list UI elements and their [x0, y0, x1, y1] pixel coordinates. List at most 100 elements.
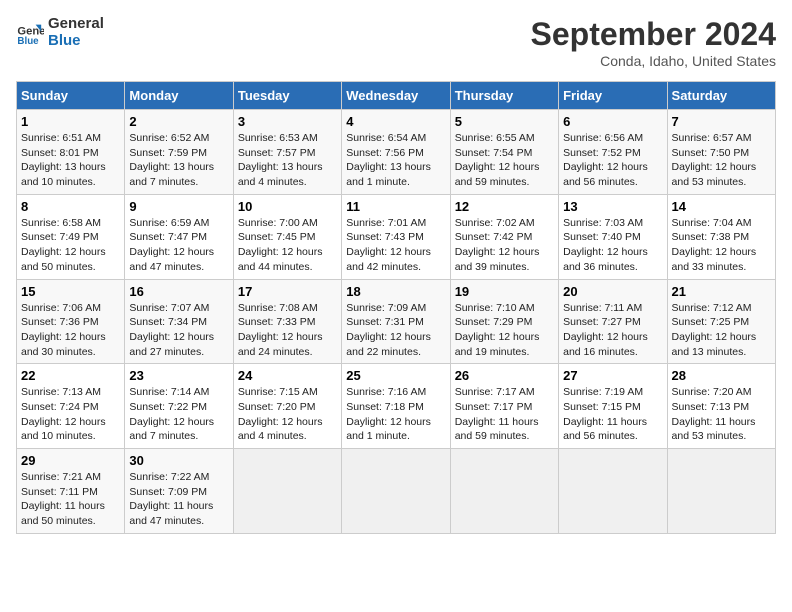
calendar-cell: 5 Sunrise: 6:55 AM Sunset: 7:54 PM Daylig…	[450, 110, 558, 195]
calendar-cell	[667, 449, 775, 534]
col-header-tuesday: Tuesday	[233, 82, 341, 110]
day-number: 16	[129, 284, 228, 299]
day-info: Sunrise: 6:55 AM Sunset: 7:54 PM Dayligh…	[455, 131, 554, 190]
day-number: 11	[346, 199, 445, 214]
day-number: 20	[563, 284, 662, 299]
calendar-week-5: 29 Sunrise: 7:21 AM Sunset: 7:11 PM Dayli…	[17, 449, 776, 534]
day-info: Sunrise: 6:53 AM Sunset: 7:57 PM Dayligh…	[238, 131, 337, 190]
calendar-cell: 2 Sunrise: 6:52 AM Sunset: 7:59 PM Daylig…	[125, 110, 233, 195]
day-info: Sunrise: 7:08 AM Sunset: 7:33 PM Dayligh…	[238, 301, 337, 360]
day-info: Sunrise: 7:01 AM Sunset: 7:43 PM Dayligh…	[346, 216, 445, 275]
day-info: Sunrise: 7:06 AM Sunset: 7:36 PM Dayligh…	[21, 301, 120, 360]
day-number: 15	[21, 284, 120, 299]
calendar-cell: 12Sunrise: 7:02 AM Sunset: 7:42 PM Dayli…	[450, 194, 558, 279]
logo-icon: General Blue	[16, 19, 44, 47]
col-header-sunday: Sunday	[17, 82, 125, 110]
calendar-cell: 4 Sunrise: 6:54 AM Sunset: 7:56 PM Daylig…	[342, 110, 450, 195]
calendar-cell: 20 Sunrise: 7:11 AM Sunset: 7:27 PM Dayli…	[559, 279, 667, 364]
day-number: 2	[129, 114, 228, 129]
day-info: Sunrise: 6:54 AM Sunset: 7:56 PM Dayligh…	[346, 131, 445, 190]
calendar-cell: 15 Sunrise: 7:06 AM Sunset: 7:36 PM Dayli…	[17, 279, 125, 364]
calendar-cell: 26Sunrise: 7:17 AM Sunset: 7:17 PM Dayli…	[450, 364, 558, 449]
calendar-cell: 16Sunrise: 7:07 AM Sunset: 7:34 PM Dayli…	[125, 279, 233, 364]
col-header-monday: Monday	[125, 82, 233, 110]
day-info: Sunrise: 6:56 AM Sunset: 7:52 PM Dayligh…	[563, 131, 662, 190]
day-number: 24	[238, 368, 337, 383]
day-number: 5	[455, 114, 554, 129]
day-number: 19	[455, 284, 554, 299]
day-number: 23	[129, 368, 228, 383]
day-number: 9	[129, 199, 228, 214]
day-info: Sunrise: 7:21 AM Sunset: 7:11 PM Dayligh…	[21, 470, 120, 529]
day-info: Sunrise: 6:51 AM Sunset: 8:01 PM Dayligh…	[21, 131, 120, 190]
day-info: Sunrise: 7:13 AM Sunset: 7:24 PM Dayligh…	[21, 385, 120, 444]
day-number: 6	[563, 114, 662, 129]
day-number: 7	[672, 114, 771, 129]
day-info: Sunrise: 6:59 AM Sunset: 7:47 PM Dayligh…	[129, 216, 228, 275]
calendar-cell: 29 Sunrise: 7:21 AM Sunset: 7:11 PM Dayli…	[17, 449, 125, 534]
day-number: 3	[238, 114, 337, 129]
calendar-cell	[450, 449, 558, 534]
day-info: Sunrise: 6:52 AM Sunset: 7:59 PM Dayligh…	[129, 131, 228, 190]
calendar-cell: 7 Sunrise: 6:57 AM Sunset: 7:50 PM Daylig…	[667, 110, 775, 195]
calendar-cell	[342, 449, 450, 534]
calendar-body: 1 Sunrise: 6:51 AM Sunset: 8:01 PM Daylig…	[17, 110, 776, 534]
day-info: Sunrise: 7:11 AM Sunset: 7:27 PM Dayligh…	[563, 301, 662, 360]
day-info: Sunrise: 7:19 AM Sunset: 7:15 PM Dayligh…	[563, 385, 662, 444]
logo-line1: General	[48, 16, 104, 33]
day-number: 26	[455, 368, 554, 383]
day-number: 4	[346, 114, 445, 129]
calendar-cell: 13 Sunrise: 7:03 AM Sunset: 7:40 PM Dayli…	[559, 194, 667, 279]
calendar-cell: 21Sunrise: 7:12 AM Sunset: 7:25 PM Dayli…	[667, 279, 775, 364]
logo-line2: Blue	[48, 33, 104, 50]
calendar-cell	[233, 449, 341, 534]
day-info: Sunrise: 7:15 AM Sunset: 7:20 PM Dayligh…	[238, 385, 337, 444]
col-header-wednesday: Wednesday	[342, 82, 450, 110]
day-number: 27	[563, 368, 662, 383]
day-number: 1	[21, 114, 120, 129]
calendar-cell: 23Sunrise: 7:14 AM Sunset: 7:22 PM Dayli…	[125, 364, 233, 449]
day-number: 28	[672, 368, 771, 383]
col-header-saturday: Saturday	[667, 82, 775, 110]
calendar-cell: 22 Sunrise: 7:13 AM Sunset: 7:24 PM Dayli…	[17, 364, 125, 449]
calendar-cell: 9 Sunrise: 6:59 AM Sunset: 7:47 PM Daylig…	[125, 194, 233, 279]
day-info: Sunrise: 7:04 AM Sunset: 7:38 PM Dayligh…	[672, 216, 771, 275]
day-info: Sunrise: 7:03 AM Sunset: 7:40 PM Dayligh…	[563, 216, 662, 275]
day-info: Sunrise: 7:09 AM Sunset: 7:31 PM Dayligh…	[346, 301, 445, 360]
day-number: 8	[21, 199, 120, 214]
header: General Blue General Blue September 2024…	[16, 16, 776, 69]
calendar-cell	[559, 449, 667, 534]
day-number: 29	[21, 453, 120, 468]
calendar-cell: 27 Sunrise: 7:19 AM Sunset: 7:15 PM Dayli…	[559, 364, 667, 449]
calendar-cell: 14 Sunrise: 7:04 AM Sunset: 7:38 PM Dayli…	[667, 194, 775, 279]
calendar-header-row: SundayMondayTuesdayWednesdayThursdayFrid…	[17, 82, 776, 110]
calendar-week-3: 15 Sunrise: 7:06 AM Sunset: 7:36 PM Dayli…	[17, 279, 776, 364]
calendar-cell: 10Sunrise: 7:00 AM Sunset: 7:45 PM Dayli…	[233, 194, 341, 279]
day-info: Sunrise: 7:20 AM Sunset: 7:13 PM Dayligh…	[672, 385, 771, 444]
calendar-cell: 30Sunrise: 7:22 AM Sunset: 7:09 PM Dayli…	[125, 449, 233, 534]
day-number: 13	[563, 199, 662, 214]
calendar-cell: 25Sunrise: 7:16 AM Sunset: 7:18 PM Dayli…	[342, 364, 450, 449]
calendar-cell: 1 Sunrise: 6:51 AM Sunset: 8:01 PM Daylig…	[17, 110, 125, 195]
calendar-cell: 3 Sunrise: 6:53 AM Sunset: 7:57 PM Daylig…	[233, 110, 341, 195]
day-info: Sunrise: 6:57 AM Sunset: 7:50 PM Dayligh…	[672, 131, 771, 190]
calendar-title: September 2024	[531, 16, 776, 53]
svg-text:Blue: Blue	[17, 36, 39, 47]
day-number: 30	[129, 453, 228, 468]
calendar-table: SundayMondayTuesdayWednesdayThursdayFrid…	[16, 81, 776, 534]
calendar-week-2: 8 Sunrise: 6:58 AM Sunset: 7:49 PM Daylig…	[17, 194, 776, 279]
col-header-thursday: Thursday	[450, 82, 558, 110]
day-number: 22	[21, 368, 120, 383]
day-number: 21	[672, 284, 771, 299]
calendar-cell: 28 Sunrise: 7:20 AM Sunset: 7:13 PM Dayli…	[667, 364, 775, 449]
day-number: 25	[346, 368, 445, 383]
calendar-week-4: 22 Sunrise: 7:13 AM Sunset: 7:24 PM Dayli…	[17, 364, 776, 449]
day-number: 18	[346, 284, 445, 299]
calendar-week-1: 1 Sunrise: 6:51 AM Sunset: 8:01 PM Daylig…	[17, 110, 776, 195]
day-number: 14	[672, 199, 771, 214]
day-number: 12	[455, 199, 554, 214]
day-number: 17	[238, 284, 337, 299]
calendar-cell: 17 Sunrise: 7:08 AM Sunset: 7:33 PM Dayli…	[233, 279, 341, 364]
day-info: Sunrise: 6:58 AM Sunset: 7:49 PM Dayligh…	[21, 216, 120, 275]
calendar-cell: 18 Sunrise: 7:09 AM Sunset: 7:31 PM Dayli…	[342, 279, 450, 364]
